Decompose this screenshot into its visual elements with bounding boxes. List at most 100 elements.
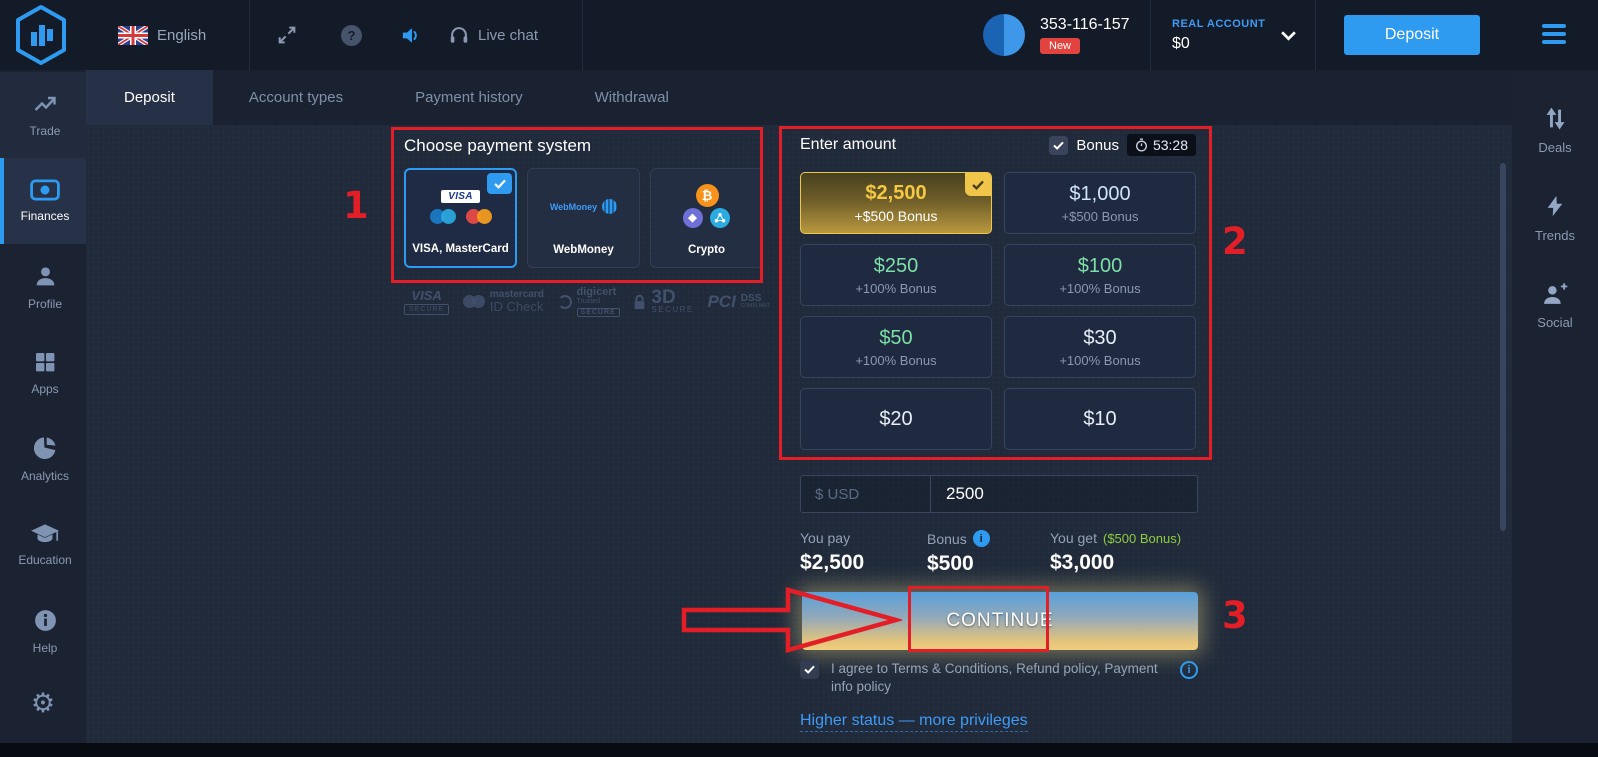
tab-deposit[interactable]: Deposit <box>86 70 213 125</box>
amount-input[interactable] <box>931 476 1197 512</box>
sidebar-item-trends[interactable]: Trends <box>1512 174 1598 262</box>
digicert-badge: digicert Trusted SECURE <box>558 286 620 317</box>
sidebar-item-analytics[interactable]: Analytics <box>0 416 86 502</box>
security-badges: VISA SECURE mastercard ID Check digicert… <box>404 286 770 317</box>
account-switcher[interactable]: REAL ACCOUNT $0 <box>1172 0 1265 70</box>
sidebar-item-trade[interactable]: Trade <box>0 72 86 158</box>
gear-icon: ⚙ <box>31 690 55 717</box>
badge-text: SECURE <box>577 308 620 318</box>
sidebar-item-education[interactable]: Education <box>0 502 86 588</box>
you-pay-value: $2,500 <box>800 551 864 575</box>
amount-value: $10 <box>1083 408 1116 431</box>
chevron-down-icon <box>1280 30 1297 41</box>
stopwatch-icon <box>1135 138 1148 152</box>
profile-avatar-button[interactable] <box>983 0 1025 70</box>
account-id-block[interactable]: 353-116-157 New <box>1040 0 1130 70</box>
settings-button[interactable]: ⚙ <box>0 674 86 732</box>
visa-secure-badge: VISA SECURE <box>404 288 449 315</box>
deals-arrows-icon <box>1543 106 1568 131</box>
sidebar-item-deals[interactable]: Deals <box>1512 86 1598 174</box>
terms-checkbox[interactable] <box>800 660 819 679</box>
payment-methods: VISA VISA, MasterCard WebMoney WebMoney <box>404 168 763 268</box>
right-sidebar: Deals Trends Social <box>1512 70 1598 757</box>
pci-dss-badge: PCI DSS COMPLIANT <box>707 293 770 310</box>
payment-method-webmoney[interactable]: WebMoney WebMoney <box>527 168 640 268</box>
bonus-timer-value: 53:28 <box>1153 137 1188 153</box>
sidebar-item-apps[interactable]: Apps <box>0 330 86 416</box>
amount-option-250[interactable]: $250 +100% Bonus <box>800 244 992 306</box>
payment-method-crypto[interactable]: Crypto <box>650 168 763 268</box>
deposit-button[interactable]: Deposit <box>1344 15 1480 55</box>
amount-option-100[interactable]: $100 +100% Bonus <box>1004 244 1196 306</box>
tab-label: Withdrawal <box>595 89 669 106</box>
hamburger-menu-icon[interactable] <box>1542 24 1566 48</box>
uk-flag-icon <box>118 26 148 45</box>
bonus-timer: 53:28 <box>1127 134 1196 156</box>
language-label: English <box>157 27 206 44</box>
apps-grid-icon <box>33 350 57 374</box>
sidebar-item-profile[interactable]: Profile <box>0 244 86 330</box>
terms-info-icon[interactable] <box>1180 661 1198 679</box>
digicert-mark-icon <box>558 295 572 309</box>
currency-selector[interactable]: $ USD <box>801 476 931 512</box>
amount-option-20[interactable]: $20 <box>800 388 992 450</box>
payment-method-visa-mastercard[interactable]: VISA VISA, MasterCard <box>404 168 517 268</box>
sidebar-item-label: Analytics <box>21 469 69 483</box>
amount-option-30[interactable]: $30 +100% Bonus <box>1004 316 1196 378</box>
lightning-icon <box>1544 193 1566 219</box>
amount-bonus: +100% Bonus <box>1059 281 1140 296</box>
fullscreen-button[interactable] <box>276 0 298 70</box>
help-topbar-button[interactable] <box>341 0 362 70</box>
info-icon <box>33 608 58 633</box>
bonus-label: Bonus <box>927 531 967 547</box>
sidebar-item-social[interactable]: Social <box>1512 262 1598 350</box>
sidebar-item-finances[interactable]: Finances <box>0 158 86 244</box>
webmoney-globe-icon <box>602 199 617 214</box>
sidebar-item-label: Finances <box>21 209 70 223</box>
payment-method-label: Crypto <box>688 244 725 256</box>
deposit-summary: You pay $2,500 Bonus $500 You get ($500 … <box>800 530 1198 580</box>
tab-payment-history[interactable]: Payment history <box>379 70 559 125</box>
amount-bonus: +100% Bonus <box>855 353 936 368</box>
brand-logo[interactable] <box>12 0 70 70</box>
mastercard-circles-icon <box>463 295 485 308</box>
education-cap-icon <box>30 523 60 545</box>
terms-text: I agree to Terms & Conditions, Refund po… <box>831 660 1161 696</box>
badge-text: SECURE <box>651 306 693 315</box>
sound-button[interactable] <box>400 0 423 70</box>
amount-option-10[interactable]: $10 <box>1004 388 1196 450</box>
bonus-column: Bonus $500 <box>927 530 990 576</box>
amount-option-1000[interactable]: $1,000 +$500 Bonus <box>1004 172 1196 234</box>
amount-option-2500[interactable]: $2,500 +$500 Bonus <box>800 172 992 234</box>
payment-section-title: Choose payment system <box>404 136 591 156</box>
tab-withdrawal[interactable]: Withdrawal <box>559 70 705 125</box>
amount-bonus: +$500 Bonus <box>1062 209 1139 224</box>
new-badge: New <box>1040 38 1080 54</box>
app-window: English Live chat <box>0 0 1598 757</box>
sidebar-item-label: Trends <box>1535 228 1575 243</box>
language-selector[interactable]: English <box>118 0 206 70</box>
analytics-pie-icon <box>32 435 58 461</box>
bitcoin-icon <box>696 184 719 207</box>
tab-account-types[interactable]: Account types <box>213 70 379 125</box>
live-chat-button[interactable]: Live chat <box>448 0 538 70</box>
sidebar-item-label: Deals <box>1538 140 1571 155</box>
continue-button[interactable]: CONTINUE <box>802 592 1198 650</box>
bonus-checkbox[interactable] <box>1049 136 1068 155</box>
topbar-divider <box>582 0 583 70</box>
account-dropdown-chevron[interactable] <box>1280 0 1297 70</box>
3d-secure-badge: 3D SECURE <box>633 289 693 315</box>
sidebar-item-label: Help <box>33 641 58 655</box>
ethereum-icon <box>683 208 703 228</box>
sidebar-item-label: Profile <box>28 297 62 311</box>
scrollbar-thumb[interactable] <box>1500 163 1506 531</box>
badge-text: digicert <box>577 286 620 298</box>
amount-section-title: Enter amount <box>800 136 896 154</box>
badge-text: COMPLIANT <box>741 304 770 310</box>
bonus-info-icon[interactable] <box>973 530 990 547</box>
tab-label: Deposit <box>124 89 175 106</box>
amount-option-50[interactable]: $50 +100% Bonus <box>800 316 992 378</box>
finance-tabs: Deposit Account types Payment history Wi… <box>86 70 1512 125</box>
higher-status-link[interactable]: Higher status — more privileges <box>800 712 1028 732</box>
sidebar-item-help[interactable]: Help <box>0 588 86 674</box>
